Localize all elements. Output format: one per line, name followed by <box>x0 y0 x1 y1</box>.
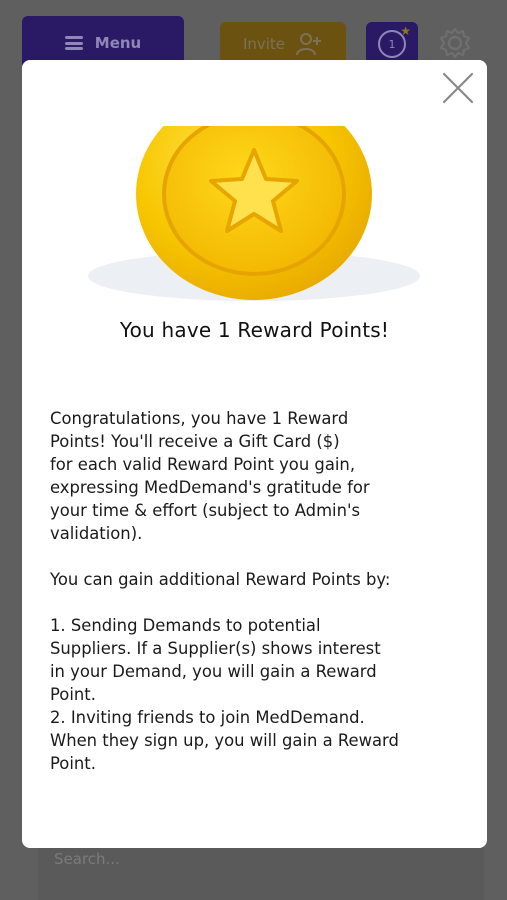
coin-star-icon <box>88 126 420 301</box>
body-line: your time & effort (subject to Admin's <box>50 501 361 520</box>
list-line: Suppliers. If a Supplier(s) shows intere… <box>50 639 381 658</box>
paragraph-congratulations: Congratulations, you have 1 Reward Point… <box>50 407 470 545</box>
reward-points-modal: You have 1 Reward Points! Congratulation… <box>22 60 487 848</box>
search-placeholder: Search... <box>54 850 120 868</box>
star-icon: ★ <box>400 24 411 38</box>
list-line: Point. <box>50 685 96 704</box>
body-line: Points! You'll receive a Gift Card ($) <box>50 432 340 451</box>
modal-body: Congratulations, you have 1 Reward Point… <box>50 407 470 775</box>
list-line: When they sign up, you will gain a Rewar… <box>50 731 399 750</box>
hamburger-icon <box>64 36 83 50</box>
list-line: 2. Inviting friends to join MedDemand. <box>50 708 365 727</box>
invite-label: Invite <box>242 35 286 53</box>
list-line: in your Demand, you will gain a Reward <box>50 662 377 681</box>
body-line: expressing MedDemand's gratitude for <box>50 478 370 497</box>
menu-label: Menu <box>94 34 142 52</box>
close-icon[interactable] <box>438 68 478 108</box>
search-input[interactable]: Search... <box>38 846 484 900</box>
body-line: for each valid Reward Point you gain, <box>50 455 356 474</box>
points-count: 1 <box>388 37 396 51</box>
modal-title: You have 1 Reward Points! <box>119 318 390 342</box>
list-line: Point. <box>50 754 96 773</box>
reward-points-icon: 1 ★ <box>378 24 411 58</box>
body-line: validation). <box>50 524 143 543</box>
add-user-icon <box>296 33 322 56</box>
body-line: Congratulations, you have 1 Reward <box>50 409 349 428</box>
list-line: 1. Sending Demands to potential <box>50 616 321 635</box>
paragraph-how-to-gain: You can gain additional Reward Points by… <box>50 570 391 589</box>
ways-to-gain-list: 1. Sending Demands to potential Supplier… <box>50 614 470 775</box>
gear-icon[interactable] <box>436 24 474 62</box>
